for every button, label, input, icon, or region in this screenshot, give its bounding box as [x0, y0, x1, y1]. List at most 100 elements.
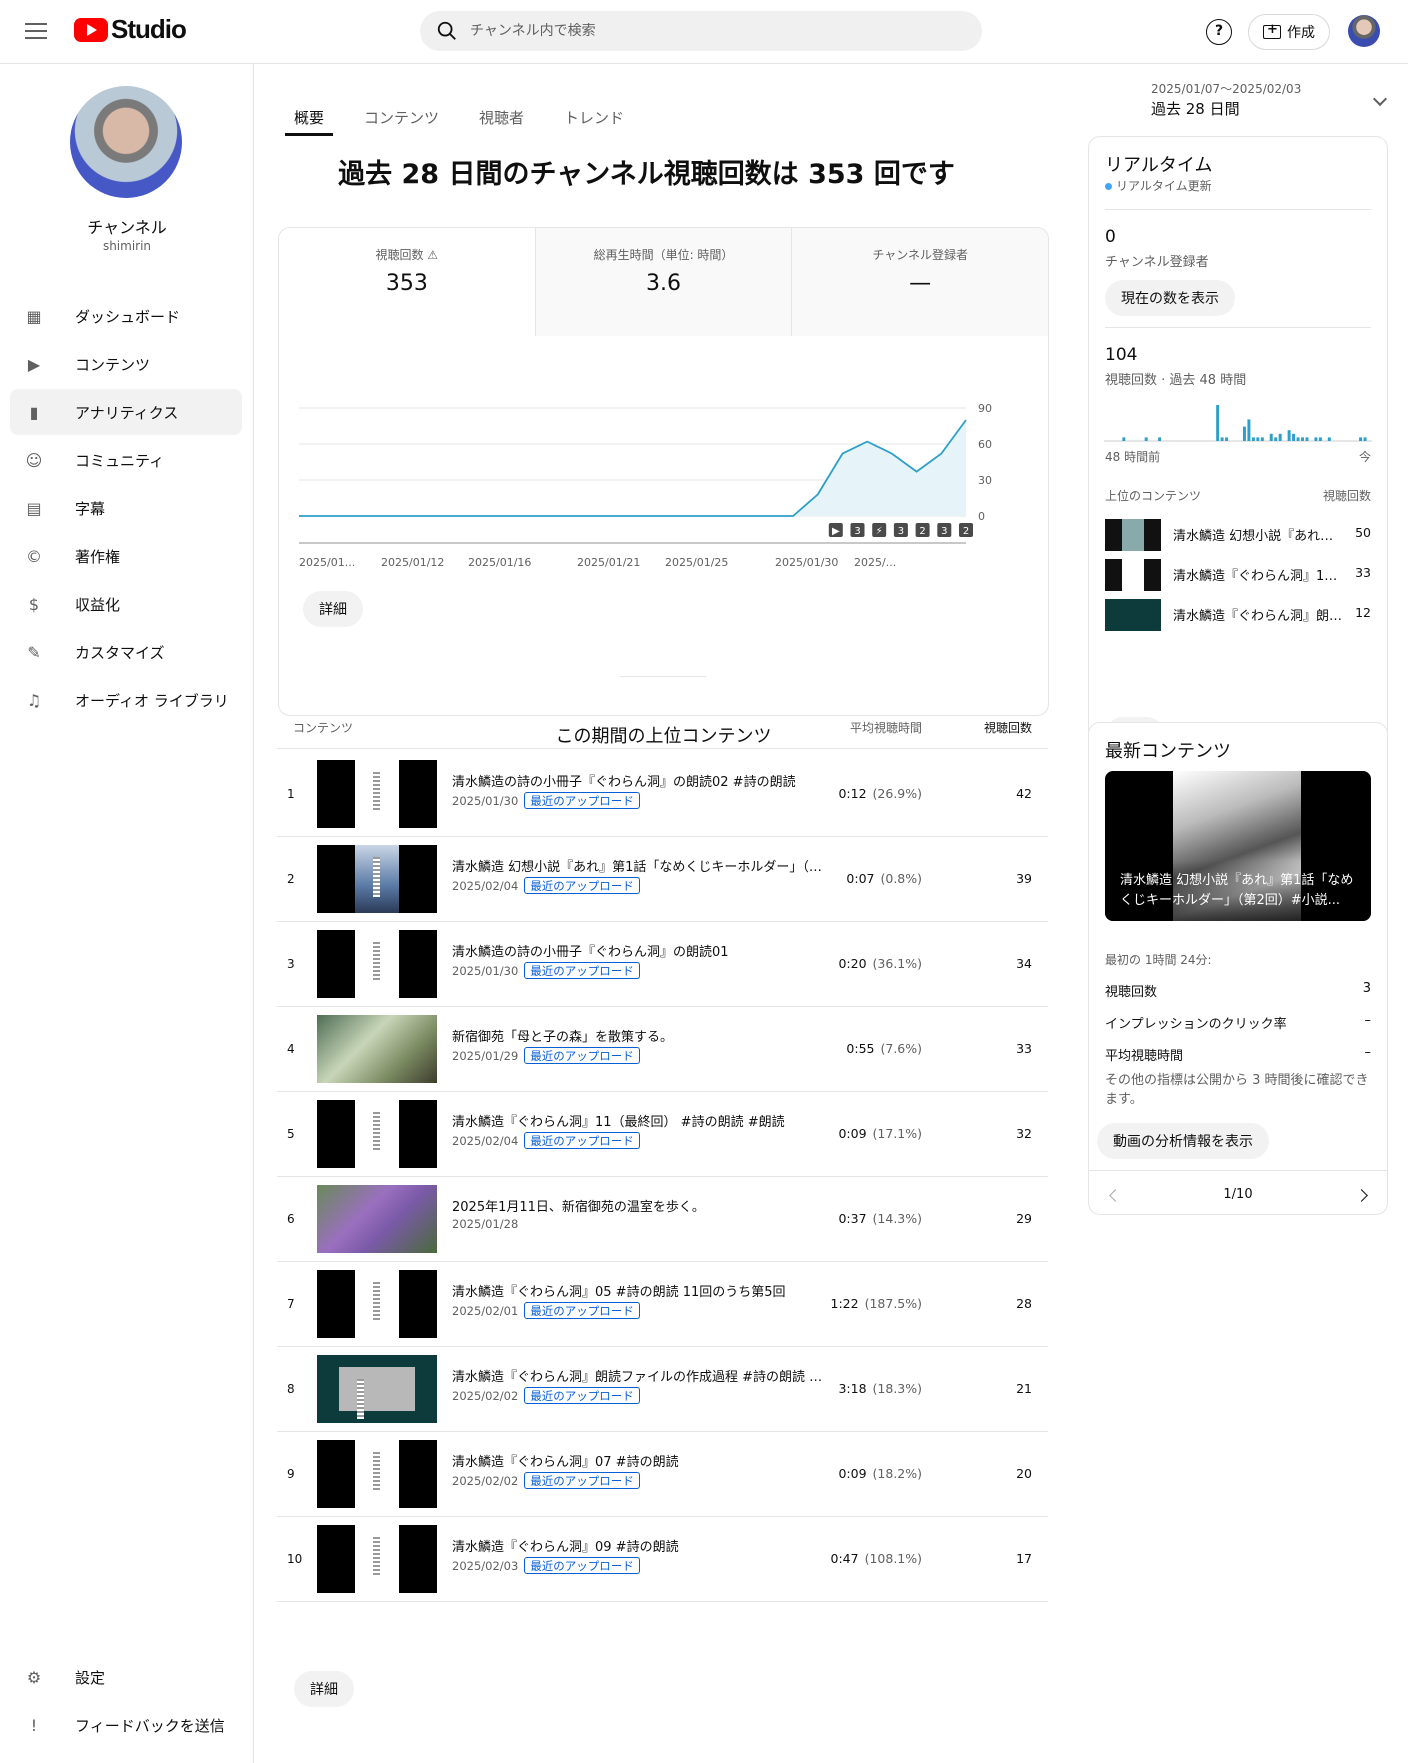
search-bar[interactable] [420, 11, 982, 51]
y-tick-label: 90 [978, 402, 992, 415]
metric-views[interactable]: 視聴回数 ⚠ 353 [279, 228, 535, 336]
sidebar-item-feedback[interactable]: ! フィードバックを送信 [10, 1702, 242, 1748]
video-analysis-button[interactable]: 動画の分析情報を表示 [1097, 1123, 1269, 1159]
realtime-bar [1301, 437, 1304, 441]
realtime-bar [1292, 433, 1296, 441]
video-meta: 2025/02/04 最近のアップロード [452, 877, 640, 894]
video-title[interactable]: 清水鱗造 幻想小説『あれ』第1話「なめくじキーホルダー」（第2回）#小説の朗読 [452, 856, 824, 875]
details-button[interactable]: 詳細 [303, 591, 363, 627]
sidebar-item-audio-library[interactable]: ♫ オーディオ ライブラリ [10, 677, 242, 723]
video-thumbnail[interactable] [317, 1015, 437, 1083]
video-thumbnail[interactable] [317, 1355, 437, 1423]
top-views-label: 視聴回数 [1322, 489, 1371, 503]
sidebar-item-monetization[interactable]: $ 収益化 [10, 581, 242, 627]
sidebar-item-settings[interactable]: ⚙ 設定 [10, 1654, 242, 1700]
sidebar-item-dashboard[interactable]: ▦ ダッシュボード [10, 293, 242, 339]
table-row[interactable]: 5 清水鱗造『ぐわらん洞』11（最終回） #詩の朗読 #朗読 2025/02/0… [277, 1092, 1048, 1177]
realtime-bar [1318, 437, 1322, 441]
latest-stat-row: 視聴回数 3 [1105, 981, 1371, 1000]
view-count: 50 [1355, 525, 1371, 540]
realtime-top-item[interactable]: 清水鱗造『ぐわらん洞』朗読ファイルの作成過程 12 [1105, 597, 1371, 631]
video-title[interactable]: 清水鱗造『ぐわらん洞』朗読ファイルの作成過程 #詩の朗読 #朗読 [452, 1366, 824, 1385]
header-views[interactable]: 視聴回数 [984, 719, 1032, 736]
studio-logo[interactable]: Studio [74, 14, 187, 45]
view-count: 32 [1016, 1126, 1032, 1141]
table-row[interactable]: 7 清水鱗造『ぐわらん洞』05 #詩の朗読 11回のうち第5回 2025/02/… [277, 1262, 1048, 1347]
table-row[interactable]: 2 清水鱗造 幻想小説『あれ』第1話「なめくじキーホルダー」（第2回）#小説の朗… [277, 837, 1048, 922]
divider [1105, 327, 1371, 328]
realtime-top-item[interactable]: 清水鱗造 幻想小説『あれ』第1話「なめくじキーホルダー」 50 [1105, 517, 1371, 551]
video-thumbnail[interactable] [317, 930, 437, 998]
help-icon[interactable]: ? [1206, 19, 1232, 45]
video-title[interactable]: 清水鱗造の詩の小冊子『ぐわらん洞』の朗読01 [452, 941, 824, 960]
video-title[interactable]: 新宿御苑「母と子の森」を散策する。 [452, 1026, 824, 1045]
video-title[interactable]: 清水鱗造『ぐわらん洞』11（最終回） #詩の朗読 #朗読 [452, 1111, 824, 1130]
video-thumbnail[interactable] [317, 1185, 437, 1253]
table-row[interactable]: 1 清水鱗造の詩の小冊子『ぐわらん洞』の朗読02 #詩の朗読 2025/01/3… [277, 752, 1048, 837]
tab-trends[interactable]: トレンド [555, 94, 633, 136]
video-thumbnail[interactable] [317, 1100, 437, 1168]
realtime-subscribers-label: チャンネル登録者 [1105, 255, 1209, 270]
video-title[interactable]: 2025年1月11日、新宿御苑の温室を歩く。 [452, 1196, 824, 1215]
realtime-bar [1363, 437, 1367, 441]
top-content-details-button[interactable]: 詳細 [294, 1671, 354, 1707]
menu-icon[interactable] [22, 18, 50, 46]
search-input[interactable] [470, 23, 940, 39]
video-title[interactable]: 清水鱗造の詩の小冊子『ぐわらん洞』の朗読02 #詩の朗読 [452, 771, 824, 790]
avg-time: 0:07 [846, 871, 875, 886]
metric-value: 353 [385, 271, 428, 296]
metric-label: チャンネル登録者 [872, 248, 968, 262]
view-count: 29 [1016, 1211, 1032, 1226]
video-title[interactable]: 清水鱗造『ぐわらん洞』07 #詩の朗読 [452, 1451, 824, 1470]
sidebar-item-analytics[interactable]: ▮ アナリティクス [10, 389, 242, 435]
table-row[interactable]: 10 清水鱗造『ぐわらん洞』09 #詩の朗読 2025/02/03 最近のアップロ… [277, 1517, 1048, 1602]
video-title[interactable]: 清水鱗造『ぐわらん洞』05 #詩の朗読 11回のうち第5回 [452, 1281, 824, 1300]
video-date: 2025/01/28 [452, 1217, 519, 1231]
video-thumbnail[interactable] [317, 1440, 437, 1508]
table-row[interactable]: 6 2025年1月11日、新宿御苑の温室を歩く。 2025/01/28 0:37… [277, 1177, 1048, 1262]
header-avg[interactable]: 平均視聴時間 [850, 719, 922, 736]
tab-audience[interactable]: 視聴者 [470, 94, 533, 136]
video-thumbnail[interactable] [317, 1270, 437, 1338]
thumbnail-page [355, 930, 399, 998]
table-row[interactable]: 3 清水鱗造の詩の小冊子『ぐわらん洞』の朗読01 2025/01/30 最近のアッ… [277, 922, 1048, 1007]
view-count: 42 [1016, 786, 1032, 801]
sidebar-item-community[interactable]: ☺ コミュニティ [10, 437, 242, 483]
table-row[interactable]: 4 新宿御苑「母と子の森」を散策する。 2025/01/29 最近のアップロード … [277, 1007, 1048, 1092]
video-title[interactable]: 清水鱗造『ぐわらん洞』09 #詩の朗読 [452, 1536, 824, 1555]
sidebar-item-label: アナリティクス [75, 403, 179, 422]
realtime-top-item[interactable]: 清水鱗造『ぐわらん洞』11（最終回） 33 [1105, 557, 1371, 591]
video-meta: 2025/01/30 最近のアップロード [452, 792, 640, 809]
warning-icon: ⚠ [427, 248, 439, 262]
table-row[interactable]: 9 清水鱗造『ぐわらん洞』07 #詩の朗読 2025/02/02 最近のアップロー… [277, 1432, 1048, 1517]
video-thumbnail[interactable] [317, 760, 437, 828]
thumbnail-page [355, 1525, 399, 1593]
sidebar-item-subtitles[interactable]: ▤ 字幕 [10, 485, 242, 531]
account-avatar[interactable] [1348, 15, 1380, 47]
date-range-selector[interactable]: 2025/01/07～2025/02/03 過去 28 日間 [1151, 76, 1391, 126]
latest-video-thumbnail[interactable]: 清水鱗造 幻想小説『あれ』第1話「なめくじキーホルダー」（第2回）#小説... [1105, 771, 1371, 921]
video-date: 2025/02/03 [452, 1558, 519, 1573]
tab-overview[interactable]: 概要 [285, 94, 334, 136]
sidebar-item-content[interactable]: ▶ コンテンツ [10, 341, 242, 387]
table-row[interactable]: 8 清水鱗造『ぐわらん洞』朗読ファイルの作成過程 #詩の朗読 #朗読 2025/… [277, 1347, 1048, 1432]
avg-view-duration: 0:09 (17.1%) [838, 1092, 922, 1176]
realtime-bar [1274, 437, 1278, 441]
sidebar-item-label: オーディオ ライブラリ [75, 691, 229, 710]
video-thumbnail[interactable] [317, 845, 437, 913]
realtime-views-label: 視聴回数 · 過去 48 時間 [1105, 373, 1247, 388]
sidebar-item-copyright[interactable]: © 著作権 [10, 533, 242, 579]
stat-value: 3 [1362, 981, 1371, 996]
metric-subscribers[interactable]: チャンネル登録者 — [791, 228, 1048, 336]
show-count-button[interactable]: 現在の数を表示 [1105, 280, 1235, 316]
metric-watch-time[interactable]: 総再生時間（単位: 時間） 3.6 [534, 228, 792, 336]
date-range-dates: 2025/01/07～2025/02/03 [1151, 82, 1302, 96]
avg-percent: (7.6%) [880, 1041, 922, 1056]
create-button[interactable]: 作成 [1248, 14, 1330, 50]
sidebar-item-customize[interactable]: ✎ カスタマイズ [10, 629, 242, 675]
view-count: 17 [1016, 1551, 1032, 1566]
tab-content[interactable]: コンテンツ [355, 94, 448, 136]
video-thumbnail[interactable] [317, 1525, 437, 1593]
video-title: 清水鱗造 幻想小説『あれ』第1話「なめくじキーホルダー」 [1173, 529, 1343, 544]
channel-avatar[interactable] [70, 86, 182, 198]
